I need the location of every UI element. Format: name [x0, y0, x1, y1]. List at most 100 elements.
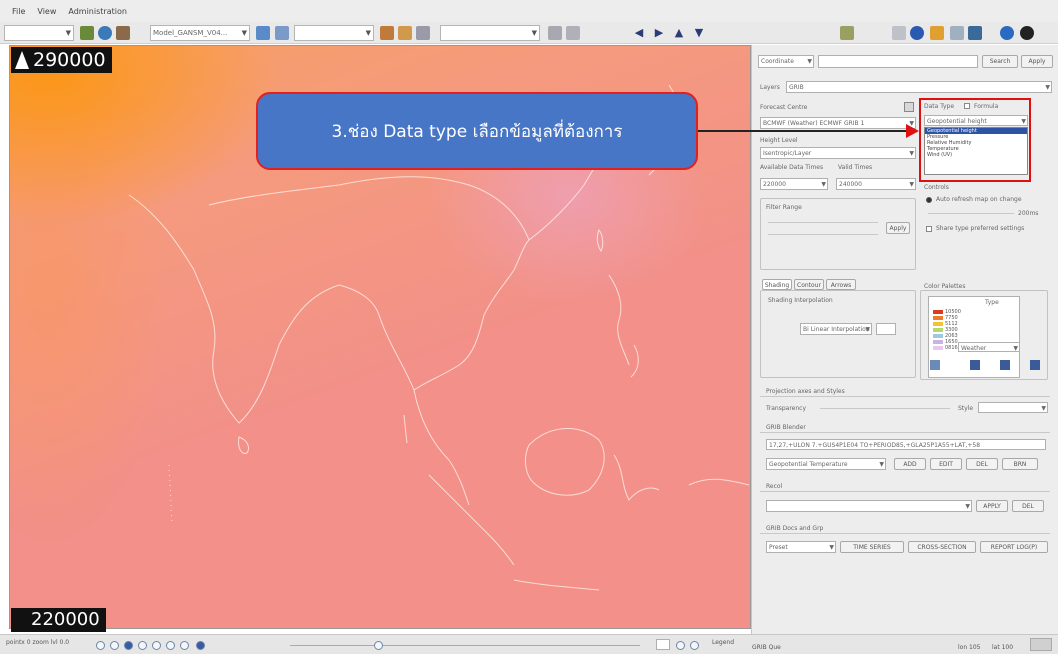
copy-icon[interactable] — [904, 102, 914, 112]
model-combo[interactable]: Model_GANSM_V04... ▼ — [150, 25, 250, 41]
filter-max-slider[interactable] — [768, 234, 878, 235]
zoom-3-icon[interactable] — [124, 641, 133, 650]
legend-toggle[interactable]: Legend — [712, 639, 734, 646]
status-right-text-2: lat 100 — [992, 644, 1014, 651]
available-times-combo[interactable]: 220000 ▼ — [760, 178, 828, 190]
last-icon[interactable]: ▼ — [692, 26, 706, 42]
height-level-combo[interactable]: Isentropic/Layer ▼ — [760, 147, 916, 159]
available-times-label: Available Data Times — [760, 164, 824, 171]
zoom-1-icon[interactable] — [96, 641, 105, 650]
folder-icon[interactable] — [930, 26, 944, 40]
power-icon[interactable] — [1020, 26, 1034, 40]
north-arrow-icon — [15, 51, 29, 69]
top-scale-value: 290000 — [33, 49, 106, 71]
style-combo[interactable]: ▼ — [978, 402, 1048, 413]
zoom-4-icon[interactable] — [138, 641, 147, 650]
recol-combo[interactable]: ▼ — [766, 500, 972, 512]
blender-delete-button[interactable]: DEL — [966, 458, 998, 470]
chart-icon[interactable] — [380, 26, 394, 40]
tab-arrows[interactable]: Arrows — [826, 279, 856, 290]
timeline-handle-icon[interactable] — [374, 641, 383, 650]
instruction-callout: 3.ช่อง Data type เลือกข้อมูลที่ต้องการ — [256, 92, 698, 170]
coordinate-input[interactable] — [818, 55, 978, 68]
recol-label: Recol — [766, 483, 783, 490]
palette-swatch — [933, 316, 943, 320]
recol-apply-button[interactable]: APPLY — [976, 500, 1008, 512]
filter-min-slider[interactable] — [768, 222, 878, 223]
interpolation-combo[interactable]: Bi Linear Interpolation ▼ — [800, 323, 872, 335]
pen-icon[interactable] — [892, 26, 906, 40]
bottom-scale-value: 220000 — [31, 609, 100, 630]
database-icon[interactable] — [968, 26, 982, 40]
interpolation-spinner[interactable] — [876, 323, 896, 335]
tab-contour[interactable]: Contour — [794, 279, 824, 290]
person-icon[interactable] — [840, 26, 854, 40]
layer-combo-3[interactable]: ▼ — [440, 25, 540, 41]
palette-filter-icon[interactable] — [1000, 360, 1010, 370]
palette-swatch — [933, 328, 943, 332]
globe-icon[interactable] — [98, 26, 112, 40]
prev-icon[interactable]: ◀ — [632, 26, 646, 42]
recol-delete-button[interactable]: DEL — [1012, 500, 1044, 512]
status-circle-1-icon[interactable] — [676, 641, 685, 650]
forecast-centre-combo[interactable]: BCMWF (Weather) ECMWF GRIB 1 ▼ — [760, 117, 916, 129]
coordinate-combo[interactable]: Coordinate ▼ — [758, 55, 814, 68]
style-label: Style — [958, 405, 974, 412]
grib-blender-input[interactable]: 17,27,+ULON 7.+GUS4P1E04 TO+PERIOD85,+GL… — [766, 439, 1046, 450]
options-icon[interactable] — [566, 26, 580, 40]
layers-icon[interactable] — [416, 26, 430, 40]
zoom-5-icon[interactable] — [152, 641, 161, 650]
status-combo[interactable] — [656, 639, 670, 650]
zoom-2-icon[interactable] — [110, 641, 119, 650]
blender-edit-button[interactable]: EDIT — [930, 458, 962, 470]
callout-arrow-head-icon — [906, 124, 919, 138]
valid-times-combo[interactable]: 240000 ▼ — [836, 178, 916, 190]
save-icon[interactable] — [275, 26, 289, 40]
layer-combo-2[interactable]: ▼ — [294, 25, 374, 41]
menu-item-file[interactable]: File — [12, 7, 25, 16]
grib-docs-label: GRIB Docs and Grp — [766, 525, 824, 532]
palette-delete-icon[interactable] — [1030, 360, 1040, 370]
status-circle-2-icon[interactable] — [690, 641, 699, 650]
menu-item-view[interactable]: View — [37, 7, 56, 16]
blender-add-button[interactable]: ADD — [894, 458, 926, 470]
blender-combo[interactable]: Geopotential Temperature ▼ — [766, 458, 886, 470]
zoom-6-icon[interactable] — [166, 641, 175, 650]
auto-refresh-radio[interactable] — [926, 197, 932, 203]
apply-button[interactable]: Apply — [1021, 55, 1053, 68]
palette-add-icon[interactable] — [930, 360, 940, 370]
play-icon[interactable]: ▶ — [652, 26, 666, 42]
zoom-7-icon[interactable] — [180, 641, 189, 650]
layer-icon[interactable] — [116, 26, 130, 40]
projection-separator — [760, 396, 1050, 397]
palette-edit-icon[interactable] — [970, 360, 980, 370]
next-icon[interactable]: ▲ — [672, 26, 686, 42]
status-resize-icon[interactable] — [1030, 638, 1052, 651]
filter-apply-button[interactable]: Apply — [886, 222, 910, 234]
refresh-slider[interactable] — [928, 213, 1014, 214]
timeline-slider[interactable] — [290, 645, 640, 646]
transparency-slider[interactable] — [820, 408, 950, 409]
report-log-button[interactable]: REPORT LOG(P) — [980, 541, 1048, 553]
zoom-8-icon[interactable] — [196, 641, 205, 650]
layers-combo[interactable]: GRIB ▼ — [786, 81, 1052, 93]
share-type-checkbox[interactable] — [926, 226, 932, 232]
settings-icon[interactable] — [548, 26, 562, 40]
earth-icon[interactable] — [910, 26, 924, 40]
info-icon[interactable] — [1000, 26, 1014, 40]
search-button[interactable]: Search — [982, 55, 1018, 68]
grid-icon[interactable] — [80, 26, 94, 40]
open-icon[interactable] — [256, 26, 270, 40]
layer-combo-1[interactable]: ▼ — [4, 25, 74, 41]
bar-chart-icon[interactable] — [398, 26, 412, 40]
tab-shading[interactable]: Shading — [762, 279, 792, 290]
blender-brn-button[interactable]: BRN — [1002, 458, 1038, 470]
time-series-button[interactable]: TIME SERIES — [840, 541, 904, 553]
palette-combo[interactable]: Weather ▼ — [958, 342, 1020, 352]
cross-section-button[interactable]: CROSS-SECTION — [908, 541, 976, 553]
menu-item-administration[interactable]: Administration — [68, 7, 127, 16]
document-icon[interactable] — [950, 26, 964, 40]
palette-swatch — [933, 334, 943, 338]
highlight-box — [919, 98, 1031, 182]
grib-docs-combo[interactable]: Preset ▼ — [766, 541, 836, 553]
